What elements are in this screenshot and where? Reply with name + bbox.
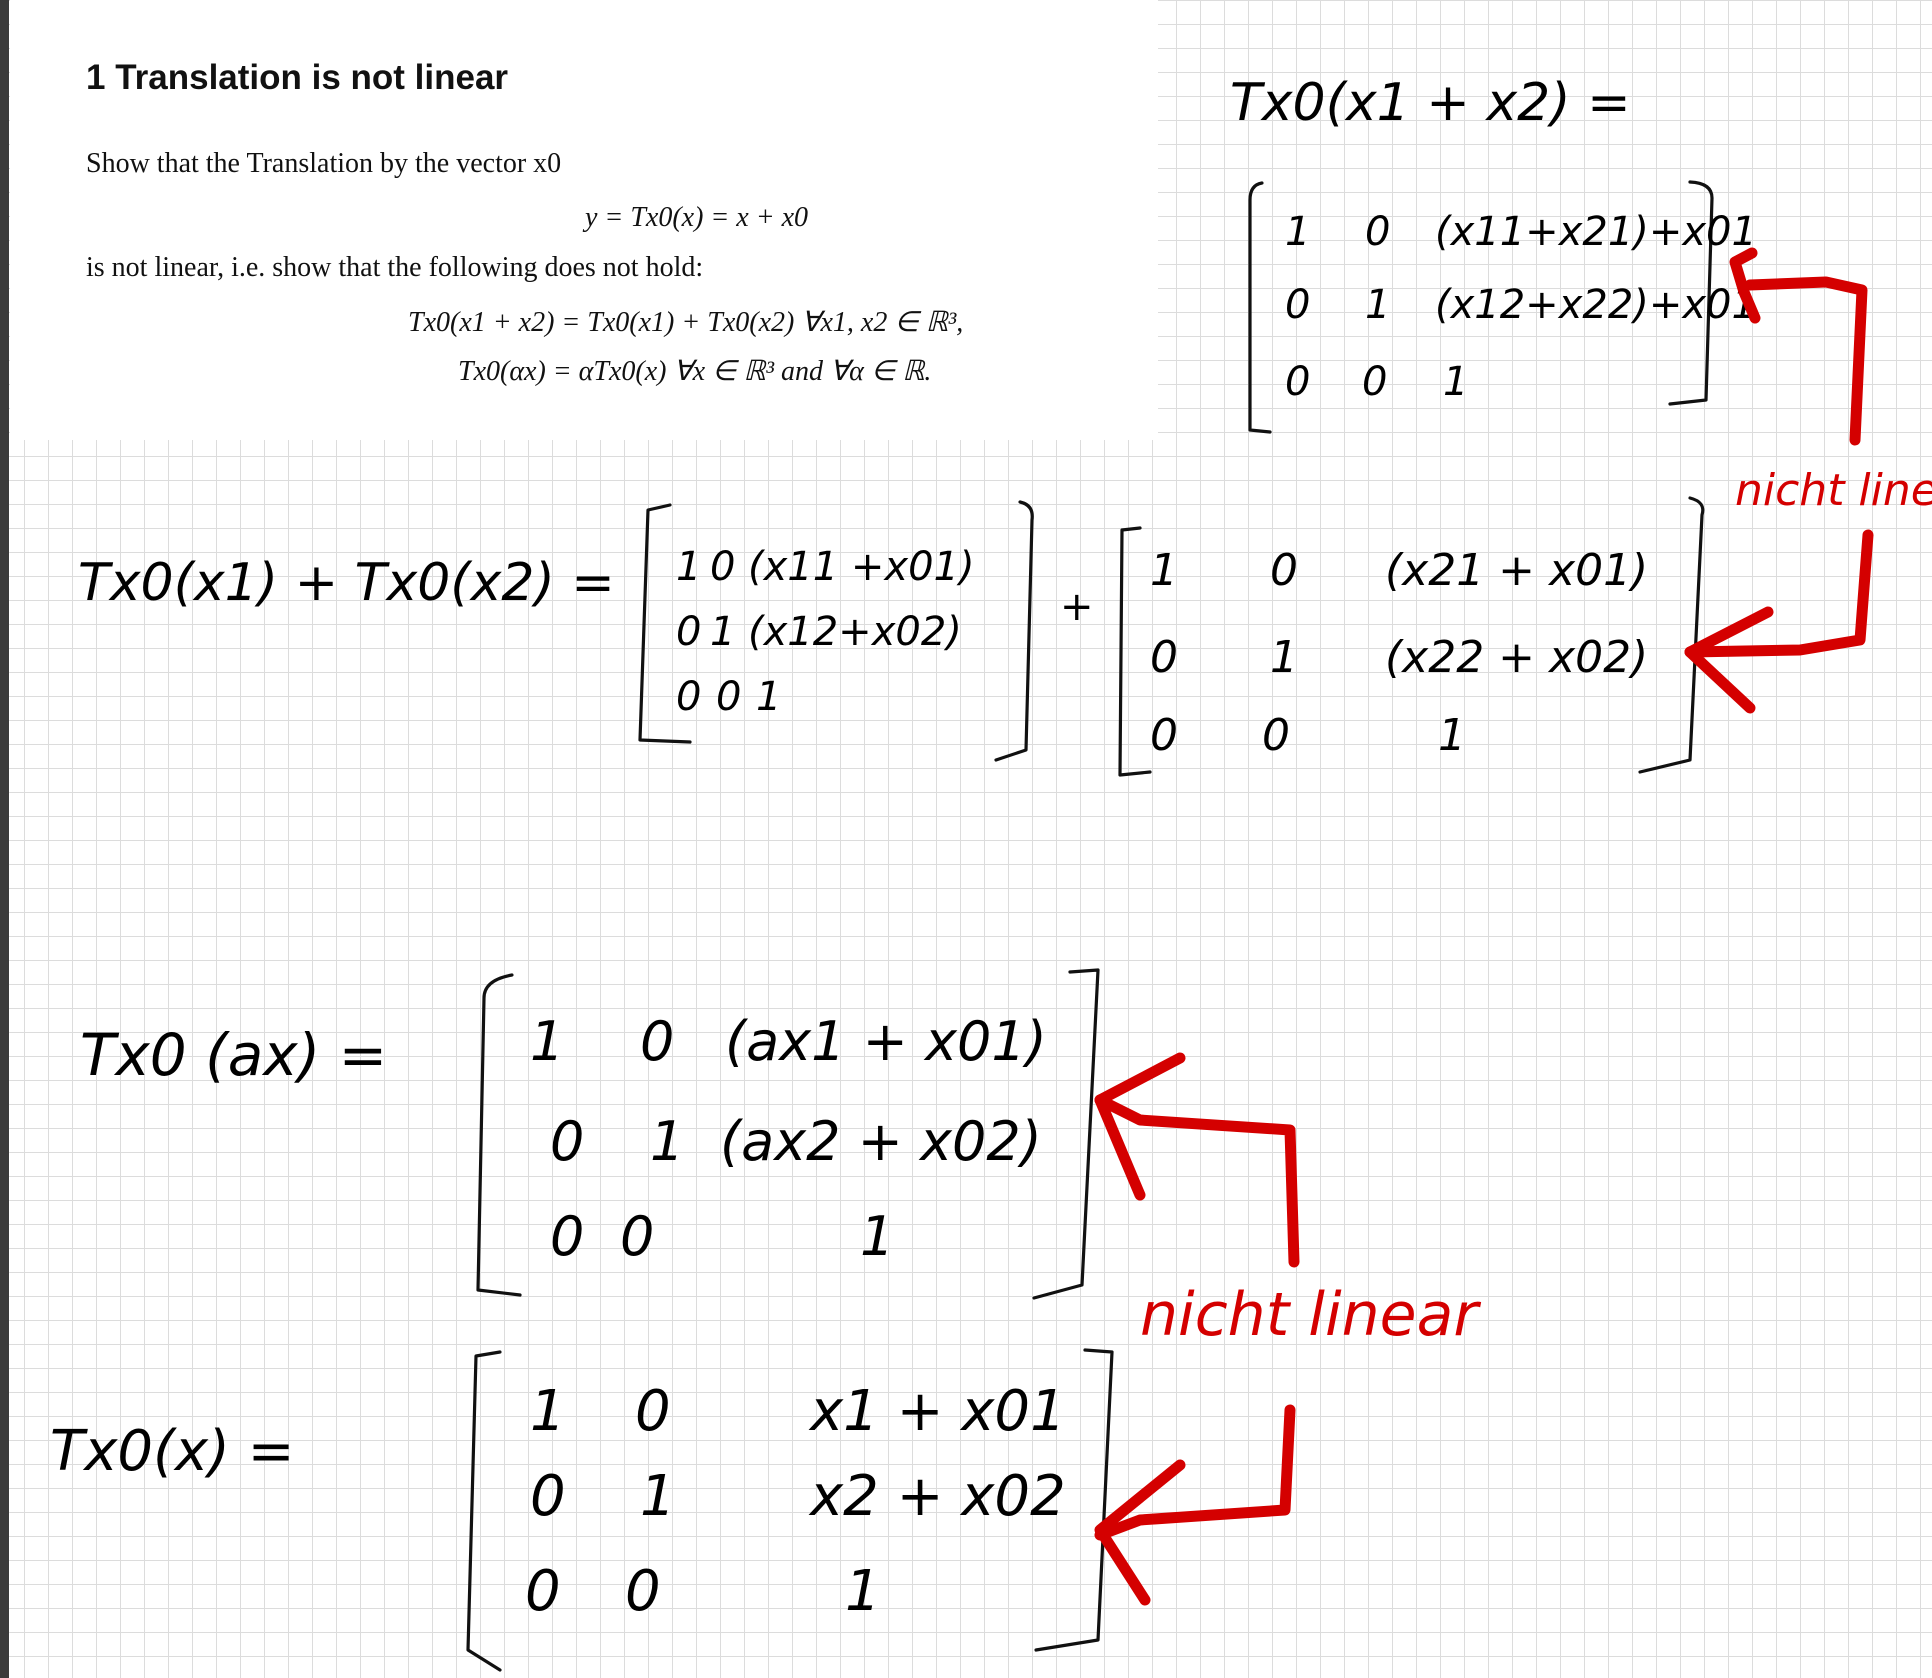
top-connector-upper — [1744, 276, 1868, 446]
annotation-bottom: nicht linear — [1094, 1052, 1481, 1606]
matrix-entry: 0 — [1270, 545, 1298, 596]
split-matrix-b: 1 0 (x21 + x01) 0 1 (x22 + x02) 0 0 1 — [1150, 545, 1648, 761]
matrix-entry: 0 — [1285, 282, 1310, 328]
sum-matrix-left-bracket — [1248, 181, 1272, 434]
matrix-entry: 1 — [640, 1464, 676, 1529]
matrix-entry: 1 — [710, 609, 735, 655]
matrix-entry: 1 — [860, 1205, 894, 1268]
matrix-entry: (x21 + x01) — [1385, 545, 1648, 596]
matrix-entry: 1 — [530, 1010, 564, 1073]
split-matrix-b-right-bracket — [1638, 496, 1705, 774]
matrix-entry: 0 — [635, 1379, 671, 1444]
matrix-entry: 0 — [550, 1205, 584, 1268]
note-top: nicht linear — [1735, 465, 1932, 516]
matrix-entry: (ax2 + x02) — [720, 1110, 1042, 1173]
matrix-entry: (x12+x02) — [748, 609, 962, 655]
matrix-entry: 1 — [1438, 710, 1466, 761]
sum-equation: Tx0(x1 + x2) = 1 0 (x11+x21)+x01 0 1 (x1… — [1230, 73, 1757, 434]
matrix-entry: 0 — [625, 1559, 661, 1624]
matrix-entry: (x22 + x02) — [1385, 632, 1648, 683]
matrix-entry: (x11+x21)+x01 — [1435, 209, 1757, 255]
matrix-entry: 0 — [530, 1464, 566, 1529]
split-lhs: Tx0(x1) + Tx0(x2) = — [78, 553, 615, 613]
top-arrow-head-lower — [1684, 606, 1774, 714]
matrix-entry: 0 — [640, 1010, 674, 1073]
matrix-entry: 0 — [550, 1110, 584, 1173]
bottom-connector-lower — [1094, 1404, 1296, 1541]
unit-equation: Tx0(x) = 1 0 x1 + x01 0 1 x2 + x02 0 0 1 — [50, 1348, 1114, 1672]
matrix-entry: 0 — [710, 544, 735, 590]
matrix-entry: (x11 +x01) — [748, 544, 975, 590]
matrix-entry: 0 — [676, 674, 701, 720]
split-matrix-b-left-bracket — [1118, 526, 1152, 777]
matrix-entry: 0 — [1365, 209, 1390, 255]
matrix-entry: 0 — [1150, 632, 1178, 683]
matrix-entry: 0 — [1262, 710, 1290, 761]
note-bottom: nicht linear — [1140, 1280, 1481, 1350]
matrix-entry: 0 — [676, 609, 701, 655]
scale-equation: Tx0 (ax) = 1 0 (ax1 + x01) 0 1 (ax2 + x0… — [80, 968, 1100, 1300]
matrix-entry: 0 — [620, 1205, 654, 1268]
unit-matrix-left-bracket — [466, 1350, 502, 1672]
matrix-entry: 1 — [676, 544, 701, 590]
matrix-entry: 1 — [1150, 545, 1178, 596]
matrix-entry: 0 — [1362, 359, 1387, 405]
matrix-entry: x1 + x01 — [808, 1379, 1066, 1444]
sum-matrix: 1 0 (x11+x21)+x01 0 1 (x12+x22)+x01 0 0 … — [1285, 209, 1757, 405]
matrix-entry: 0 — [1285, 359, 1310, 405]
matrix-entry: 0 — [525, 1559, 561, 1624]
unit-matrix: 1 0 x1 + x01 0 1 x2 + x02 0 0 1 — [525, 1379, 1066, 1624]
scale-matrix: 1 0 (ax1 + x01) 0 1 (ax2 + x02) 0 0 1 — [530, 1010, 1047, 1268]
split-equation: Tx0(x1) + Tx0(x2) = 1 0 (x11 +x01) 0 1 (… — [78, 496, 1705, 777]
matrix-entry: 0 — [1150, 710, 1178, 761]
sum-lhs: Tx0(x1 + x2) = — [1230, 73, 1631, 133]
matrix-entry: 1 — [1443, 359, 1468, 405]
unit-lhs: Tx0(x) = — [50, 1419, 295, 1484]
scale-lhs: Tx0 (ax) = — [80, 1021, 387, 1089]
matrix-entry: 1 — [650, 1110, 684, 1173]
plus-sign: + — [1060, 584, 1094, 630]
matrix-entry: x2 + x02 — [808, 1464, 1066, 1529]
matrix-entry: 0 — [716, 674, 741, 720]
matrix-entry: 1 — [530, 1379, 566, 1444]
matrix-entry: 1 — [845, 1559, 881, 1624]
matrix-entry: 1 — [756, 674, 781, 720]
matrix-entry: (ax1 + x01) — [725, 1010, 1047, 1073]
matrix-entry: 1 — [1285, 209, 1310, 255]
split-matrix-a-right-bracket — [994, 500, 1034, 762]
split-matrix-a: 1 0 (x11 +x01) 0 1 (x12+x02) 0 0 1 — [676, 544, 975, 720]
matrix-entry: (x12+x22)+x01 — [1435, 282, 1757, 328]
matrix-entry: 1 — [1270, 632, 1298, 683]
scale-matrix-left-bracket — [476, 973, 522, 1297]
handwriting-canvas: Tx0(x1 + x2) = 1 0 (x11+x21)+x01 0 1 (x1… — [50, 73, 1932, 1672]
matrix-entry: 1 — [1365, 282, 1390, 328]
